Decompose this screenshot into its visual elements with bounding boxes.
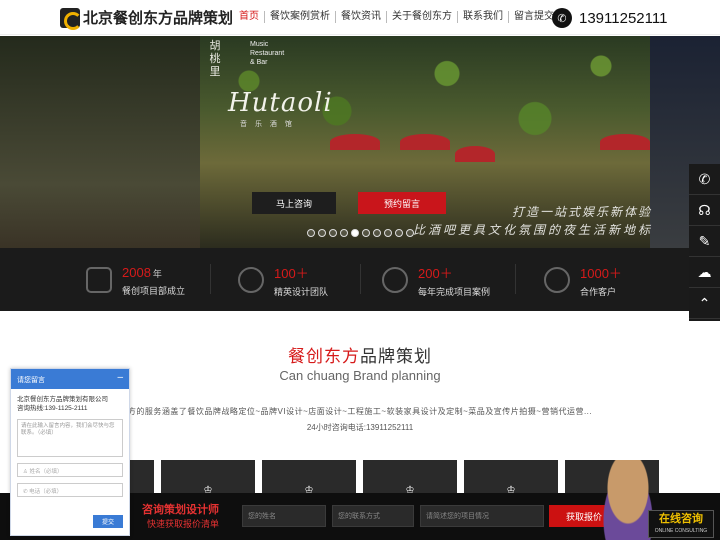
divider <box>360 264 361 294</box>
edit-icon[interactable]: ✎ <box>689 226 720 257</box>
hero-banner: 胡桃里 Music Restaurant & Bar Hutaoli 音 乐 酒… <box>0 36 720 248</box>
umbrella <box>600 134 650 150</box>
stat-number: 1000＋ <box>580 265 622 281</box>
slider-dot[interactable] <box>406 229 414 237</box>
phone-icon[interactable]: ✆ <box>689 164 720 195</box>
nav-cases[interactable]: 餐饮案例赏析 <box>265 11 336 23</box>
wechat-icon[interactable]: ☁ <box>689 257 720 288</box>
slider-dot[interactable] <box>384 229 392 237</box>
chat-title: 请您留言 <box>17 377 45 384</box>
name-input[interactable]: 您的姓名 <box>242 505 326 527</box>
slider-dot[interactable] <box>307 229 315 237</box>
stat-number: 2008 <box>122 264 151 280</box>
chat-name-placeholder: 姓名（必填） <box>29 469 63 475</box>
team-icon <box>238 267 264 293</box>
nav-news[interactable]: 餐饮资讯 <box>336 11 387 23</box>
page: 北京餐创东方品牌策划 首页 餐饮案例赏析 餐饮资讯 关于餐创东方 联系我们 留言… <box>0 0 720 540</box>
consult-button[interactable]: 马上咨询 <box>252 192 336 214</box>
quote-title: 咨询策划设计师 <box>142 504 219 516</box>
stat-desc: 餐创项目部成立 <box>122 285 186 296</box>
header-phone: ✆ 13911252111 <box>552 8 667 28</box>
stat-cases: 200＋ 每年完成项目案例 <box>382 263 490 297</box>
stat-unit: 年 <box>152 268 162 279</box>
umbrella <box>330 134 380 150</box>
building-icon <box>86 267 112 293</box>
company-hotline: 咨询热线:139-1125-2111 <box>17 405 88 412</box>
slider-dots <box>307 229 414 237</box>
chat-name-input[interactable]: ♙ 姓名（必填） <box>17 463 123 477</box>
slider-dot[interactable] <box>318 229 326 237</box>
company-name: 北京餐创东方品牌策划有限公司 <box>17 396 108 403</box>
stat-number: 100＋ <box>274 265 309 281</box>
slider-dot[interactable] <box>340 229 348 237</box>
chat-company: 北京餐创东方品牌策划有限公司 咨询热线:139-1125-2111 <box>17 395 123 413</box>
stat-number: 200＋ <box>418 265 453 281</box>
logo[interactable]: 北京餐创东方品牌策划 <box>60 7 234 30</box>
stat-desc: 精英设计团队 <box>274 286 329 297</box>
slider-dot[interactable] <box>351 229 359 237</box>
nav-about[interactable]: 关于餐创东方 <box>387 11 458 23</box>
project-input[interactable]: 请简述您的项目情况 <box>420 505 544 527</box>
nav-home[interactable]: 首页 <box>234 11 265 23</box>
hero-brand-sub: 音 乐 酒 馆 <box>240 121 295 128</box>
contact-input[interactable]: 您的联系方式 <box>332 505 414 527</box>
main-nav: 首页 餐饮案例赏析 餐饮资讯 关于餐创东方 联系我们 留言提交 <box>234 11 559 23</box>
stat-team: 100＋ 精英设计团队 <box>238 263 328 297</box>
logo-text: 北京餐创东方品牌策划 <box>83 10 234 27</box>
slider-dot[interactable] <box>329 229 337 237</box>
message-textarea[interactable]: 请在此输入留言内容，我们会尽快与您联系。（必填） <box>17 419 123 457</box>
hero-brand-cn: 胡桃里 <box>209 40 221 78</box>
nav-contact[interactable]: 联系我们 <box>458 11 509 23</box>
section-description: 方的服务涵盖了餐饮品牌战略定位~品牌VI设计~店面设计~工程施工~软装家具设计及… <box>127 407 593 416</box>
phone-number: 13911252111 <box>579 9 668 27</box>
stat-desc: 合作客户 <box>580 286 617 297</box>
back-to-top-icon[interactable]: ⌃ <box>689 288 720 319</box>
online-title: 在线咨询 <box>659 513 703 525</box>
chat-phone-input[interactable]: ✆ 电话（必填） <box>17 483 123 497</box>
hero-brand-en: Hutaoli <box>228 88 333 118</box>
online-subtitle: ONLINE CONSULTING <box>654 528 708 534</box>
hero-slogan-1: 打造一站式娱乐新体验 <box>512 205 653 219</box>
section-title-red: 餐创东方 <box>288 347 360 366</box>
stat-desc: 每年完成项目案例 <box>418 286 491 297</box>
slider-dot[interactable] <box>362 229 370 237</box>
user-icon <box>544 267 570 293</box>
chat-phone-placeholder: 电话（必填） <box>29 489 63 495</box>
online-consult-button[interactable]: 在线咨询 ONLINE CONSULTING <box>648 510 714 538</box>
section-title-rest: 品牌策划 <box>360 347 432 366</box>
hero-brand-music: Music Restaurant & Bar <box>250 41 285 66</box>
network-icon <box>382 267 408 293</box>
slider-dot[interactable] <box>373 229 381 237</box>
section-title: 餐创东方品牌策划 <box>0 342 720 367</box>
umbrella <box>455 146 495 162</box>
stat-clients: 1000＋ 合作客户 <box>544 263 622 297</box>
headset-icon[interactable]: ☊ <box>689 195 720 226</box>
minimize-icon[interactable]: – <box>117 372 123 383</box>
slider-dot[interactable] <box>395 229 403 237</box>
quote-subtitle: 快速获取报价清单 <box>147 519 220 529</box>
header: 北京餐创东方品牌策划 首页 餐饮案例赏析 餐饮资讯 关于餐创东方 联系我们 留言… <box>0 0 720 35</box>
book-message-button[interactable]: 预约留言 <box>358 192 446 214</box>
stat-founded: 2008 年 餐创项目部成立 <box>86 263 185 297</box>
divider <box>210 264 211 294</box>
umbrella <box>400 134 450 150</box>
stats-bar: 2008 年 餐创项目部成立 100＋ 精英设计团队 200＋ 每年完成项目案例 … <box>0 248 720 311</box>
message-widget: 请您留言 – 北京餐创东方品牌策划有限公司 咨询热线:139-1125-2111… <box>10 368 130 536</box>
phone-icon: ✆ <box>552 8 572 28</box>
logo-icon <box>60 7 82 30</box>
divider <box>515 264 516 294</box>
chat-submit-button[interactable]: 提交 <box>93 515 123 528</box>
side-toolbar: ✆ ☊ ✎ ☁ ⌃ <box>689 164 720 321</box>
hero-left-scene <box>0 36 200 248</box>
hero-slogan-2: 比酒吧更具文化氛围的夜生活新地标 <box>413 223 654 237</box>
chat-header: 请您留言 – <box>11 369 129 389</box>
